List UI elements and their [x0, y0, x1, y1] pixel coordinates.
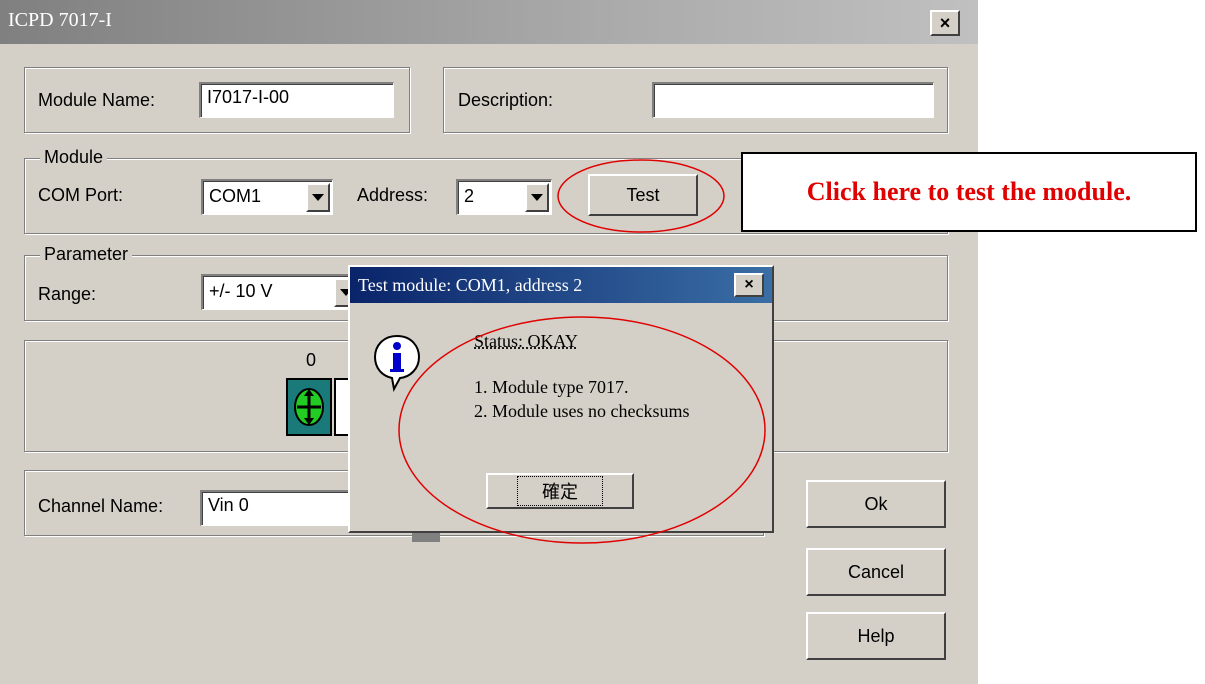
channel-index-label: 0 — [306, 350, 317, 370]
parameter-group-title: Parameter — [40, 244, 133, 265]
callout-text: Click here to test the module. — [806, 177, 1132, 206]
info-icon — [373, 334, 421, 392]
com-port-select[interactable]: COM1 — [201, 179, 333, 215]
channel-name-label: Channel Name: — [38, 496, 164, 516]
address-label: Address: — [357, 185, 429, 205]
confirm-label: 確定 — [517, 476, 603, 506]
close-icon: × — [744, 276, 754, 293]
cancel-button[interactable]: Cancel — [806, 548, 946, 596]
help-button[interactable]: Help — [806, 612, 946, 660]
module-type-text: 1. Module type 7017. — [474, 377, 629, 397]
address-value: 2 — [464, 186, 475, 206]
chevron-down-icon[interactable] — [525, 183, 549, 212]
close-button[interactable]: × — [930, 10, 960, 36]
address-select[interactable]: 2 — [456, 179, 552, 215]
module-name-input[interactable]: I7017-I-00 — [199, 82, 394, 118]
module-group-title: Module — [40, 147, 108, 168]
channel-connector-icon — [294, 388, 324, 426]
description-input[interactable] — [652, 82, 934, 118]
test-module-dialog: Test module: COM1, address 2 × Status: O… — [348, 265, 774, 533]
dialog-title: Test module: COM1, address 2 — [358, 275, 583, 295]
range-select[interactable]: +/- 10 V — [201, 274, 361, 310]
range-value: +/- 10 V — [209, 281, 273, 301]
callout-box: Click here to test the module. — [741, 152, 1197, 232]
channel-0-button[interactable] — [286, 378, 332, 436]
module-name-label: Module Name: — [38, 90, 156, 110]
range-label: Range: — [38, 284, 97, 304]
checksum-text: 2. Module uses no checksums — [474, 401, 690, 421]
com-port-label: COM Port: — [38, 185, 124, 205]
description-label: Description: — [458, 90, 554, 110]
window-title: ICPD 7017-I — [8, 9, 112, 31]
title-bar: ICPD 7017-I × — [0, 0, 978, 44]
chevron-down-icon[interactable] — [306, 183, 330, 212]
channel-name-input[interactable]: Vin 0 — [200, 490, 350, 526]
dialog-close-button[interactable]: × — [734, 273, 764, 297]
com-port-value: COM1 — [209, 186, 262, 206]
test-button[interactable]: Test — [588, 174, 698, 216]
status-text: Status: OKAY — [474, 331, 578, 351]
close-icon: × — [939, 12, 951, 33]
confirm-button[interactable]: 確定 — [486, 473, 634, 509]
ok-button[interactable]: Ok — [806, 480, 946, 528]
dialog-title-bar: Test module: COM1, address 2 × — [350, 267, 772, 303]
